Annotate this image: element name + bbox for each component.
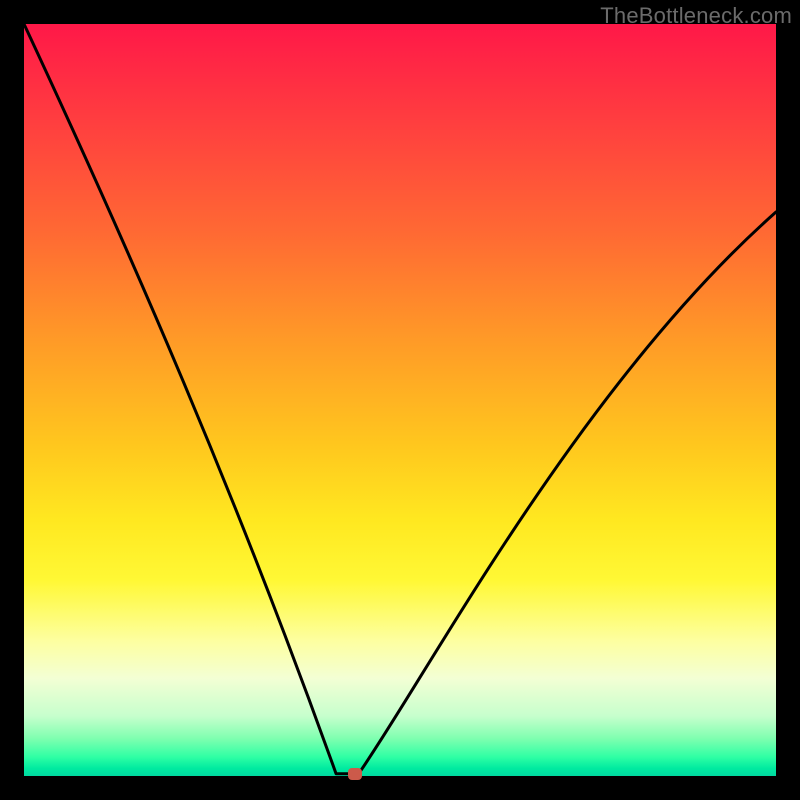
bottleneck-curve <box>24 24 776 776</box>
plot-area <box>24 24 776 776</box>
minimum-marker <box>348 768 362 780</box>
chart-frame: TheBottleneck.com <box>0 0 800 800</box>
